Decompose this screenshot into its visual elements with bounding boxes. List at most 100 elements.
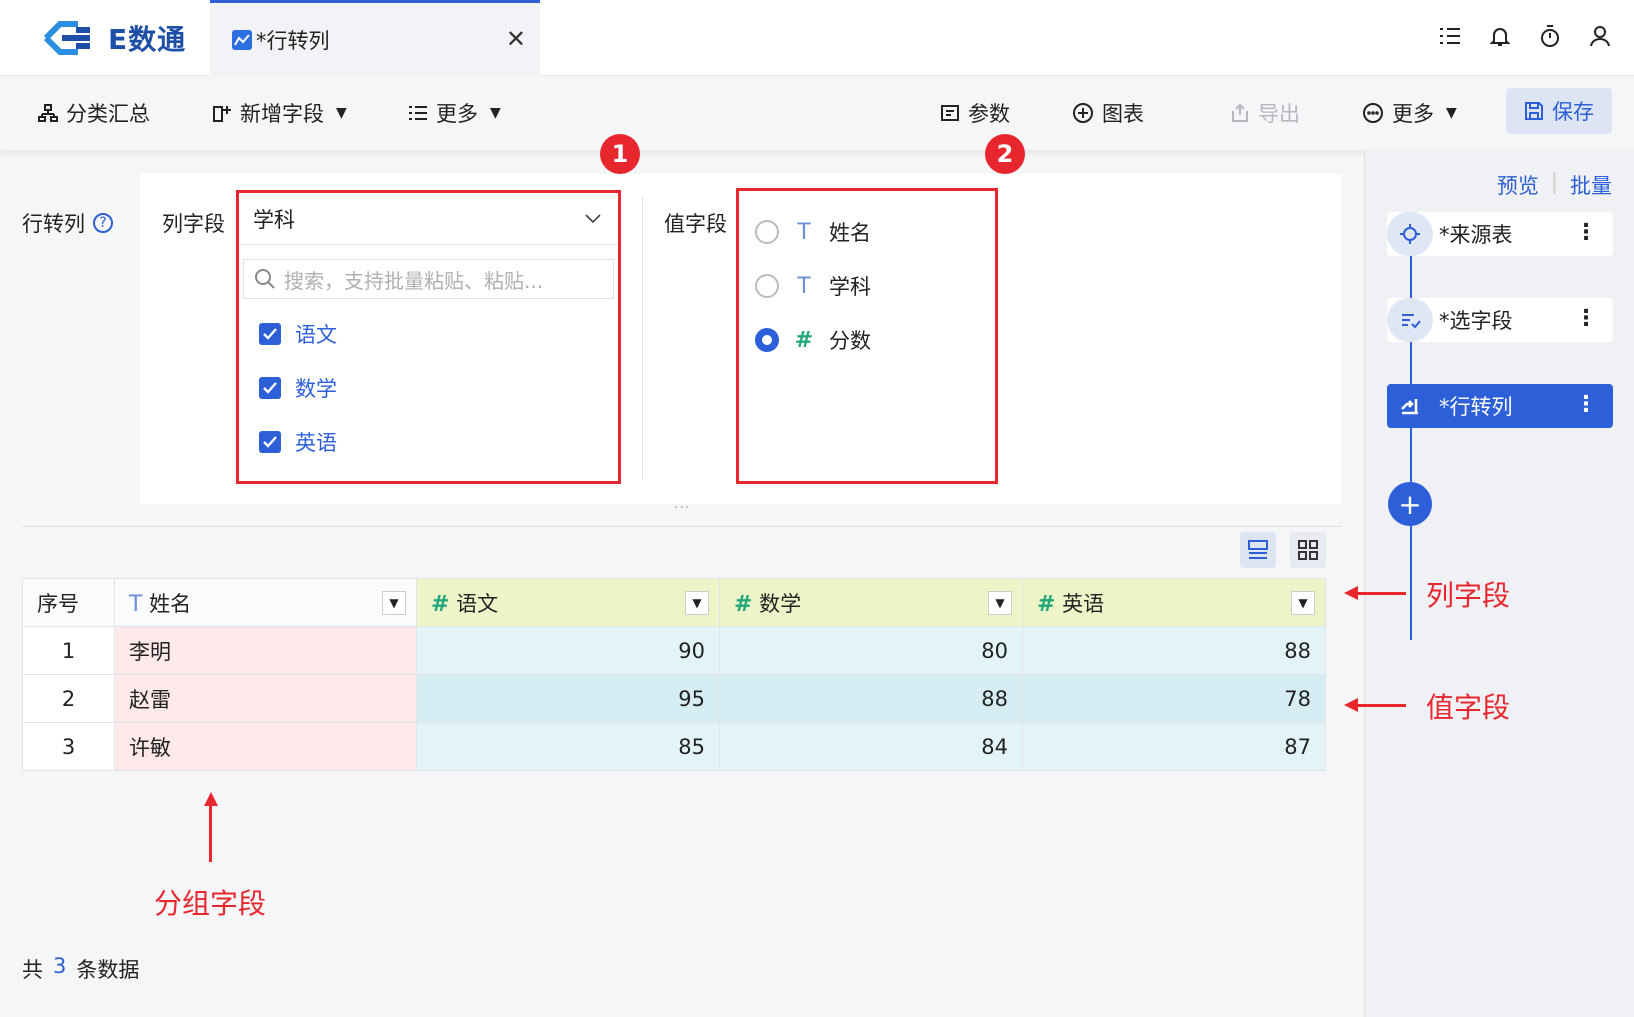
annotation-arrow	[1358, 592, 1406, 595]
params-button[interactable]: 参数	[940, 98, 1010, 128]
save-button[interactable]: 保存	[1506, 88, 1612, 134]
table-cell: 85	[416, 722, 720, 771]
column-option[interactable]: 英语	[239, 415, 618, 469]
column-header-math[interactable]: # 数学 ▼	[719, 578, 1023, 627]
link-separator: |	[1550, 170, 1558, 194]
table-cell: 87	[1022, 722, 1326, 771]
radio-checked-icon[interactable]	[755, 328, 779, 352]
more-vertical-icon[interactable]: ⋮	[1575, 306, 1597, 331]
column-header-chinese[interactable]: # 语文 ▼	[416, 578, 720, 627]
checkbox-checked-icon[interactable]	[259, 431, 281, 453]
list-view-button[interactable]	[1240, 532, 1276, 568]
resize-handle[interactable]: ···	[674, 500, 690, 516]
table-cell: 88	[719, 674, 1023, 723]
filter-dropdown-icon[interactable]: ▼	[988, 591, 1012, 615]
help-icon[interactable]: ?	[93, 213, 113, 233]
user-icon[interactable]	[1588, 24, 1612, 48]
preview-link[interactable]: 预览	[1497, 170, 1539, 200]
result-table: 序号 T 姓名 ▼ # 语文 ▼ # 数学 ▼ # 英语 ▼ 1 李明 90 80 88…	[22, 578, 1326, 771]
checkbox-checked-icon[interactable]	[259, 377, 281, 399]
value-option-label: 学科	[829, 275, 871, 299]
table-cell: 78	[1022, 674, 1326, 723]
logo-icon	[43, 21, 90, 55]
grid-view-button[interactable]	[1290, 532, 1326, 568]
add-field-icon	[213, 106, 231, 122]
value-field-select[interactable]: T 姓名 T 学科 # 分数	[736, 188, 998, 484]
column-header-label: 序号	[37, 591, 79, 616]
pivot-icon	[1387, 384, 1433, 428]
flow-panel-links: 预览 | 批量	[1497, 170, 1612, 200]
table-cell: 84	[719, 722, 1023, 771]
annotation-column-field: 列字段	[1426, 579, 1511, 612]
annotation-badge-1: 1	[600, 134, 640, 174]
filter-dropdown-icon[interactable]: ▼	[382, 591, 406, 615]
arrow-left-icon	[1344, 698, 1358, 712]
timer-icon[interactable]	[1538, 24, 1562, 48]
text-type-icon: T	[129, 591, 143, 617]
flow-node-row-to-column[interactable]: *行转列 ⋮	[1387, 384, 1613, 428]
tab-row-to-column[interactable]: *行转列 ✕	[210, 0, 540, 76]
arrow-up-icon	[204, 792, 218, 806]
top-bar: E数通 *行转列 ✕	[0, 0, 1634, 76]
column-header-label: 英语	[1062, 591, 1105, 616]
list-icon	[409, 106, 427, 120]
annotation-arrow	[1358, 704, 1406, 707]
close-icon[interactable]: ✕	[506, 25, 526, 53]
export-icon	[1232, 103, 1248, 122]
batch-link[interactable]: 批量	[1570, 170, 1612, 200]
value-option-label: 分数	[829, 329, 871, 353]
bell-icon[interactable]	[1488, 24, 1512, 48]
column-field-search[interactable]: 搜索，支持批量粘贴、粘贴...	[243, 259, 614, 299]
value-option[interactable]: T 姓名	[739, 205, 995, 259]
column-header-seq: 序号	[22, 578, 115, 627]
column-option[interactable]: 数学	[239, 361, 618, 415]
select-fields-icon	[1387, 298, 1433, 342]
column-field-value: 学科	[253, 207, 295, 232]
record-count: 共 3 条数据	[22, 954, 139, 984]
more-right-button[interactable]: 更多 ▼	[1362, 98, 1457, 128]
view-toggle	[1240, 532, 1326, 568]
column-header-name[interactable]: T 姓名 ▼	[114, 578, 417, 627]
config-title-label: 行转列	[22, 212, 85, 236]
filter-dropdown-icon[interactable]: ▼	[685, 591, 709, 615]
more-left-label: 更多	[436, 102, 478, 126]
flow-node-source-table[interactable]: *来源表 ⋮	[1387, 212, 1613, 256]
chart-button[interactable]: 图表	[1072, 98, 1144, 128]
export-button[interactable]: 导出	[1230, 98, 1300, 128]
save-icon	[1525, 102, 1543, 120]
record-count-suffix: 条数据	[76, 958, 140, 982]
value-option[interactable]: T 学科	[739, 259, 995, 313]
column-field-select[interactable]: 学科 搜索，支持批量粘贴、粘贴... 语文 数学 英语	[236, 190, 621, 484]
column-header-label: 数学	[759, 591, 802, 616]
list-icon[interactable]	[1438, 24, 1462, 48]
checkbox-checked-icon[interactable]	[259, 323, 281, 345]
number-type-icon: #	[1037, 591, 1056, 617]
more-vertical-icon[interactable]: ⋮	[1575, 392, 1597, 417]
table-header-row: 序号 T 姓名 ▼ # 语文 ▼ # 数学 ▼ # 英语 ▼	[22, 578, 1326, 627]
filter-dropdown-icon[interactable]: ▼	[1291, 591, 1315, 615]
radio-icon[interactable]	[755, 274, 779, 298]
flow-node-label: *来源表	[1439, 223, 1513, 247]
radio-icon[interactable]	[755, 220, 779, 244]
app-logo[interactable]: E数通	[38, 18, 186, 58]
add-node-button[interactable]: +	[1388, 482, 1432, 526]
table-cell: 80	[719, 626, 1023, 675]
chevron-down-icon	[585, 214, 601, 224]
annotation-arrow	[209, 806, 212, 862]
value-option[interactable]: # 分数	[739, 313, 995, 367]
rows-icon	[1248, 540, 1268, 559]
search-icon	[255, 269, 275, 289]
classify-summary-button[interactable]: 分类汇总	[38, 98, 150, 128]
flow-node-select-fields[interactable]: *选字段 ⋮	[1387, 298, 1613, 342]
table-cell: 88	[1022, 626, 1326, 675]
more-vertical-icon[interactable]: ⋮	[1575, 220, 1597, 245]
table-row: 3 许敏 85 84 87	[22, 722, 1326, 771]
plus-circle-icon	[1073, 103, 1093, 123]
column-option[interactable]: 语文	[239, 307, 618, 361]
column-header-english[interactable]: # 英语 ▼	[1022, 578, 1326, 627]
add-field-button[interactable]: 新增字段 ▼	[212, 98, 347, 128]
annotation-group-field: 分组字段	[154, 887, 267, 920]
more-left-button[interactable]: 更多 ▼	[408, 98, 501, 128]
number-type-icon: #	[794, 327, 814, 353]
column-field-selected[interactable]: 学科	[239, 193, 618, 245]
